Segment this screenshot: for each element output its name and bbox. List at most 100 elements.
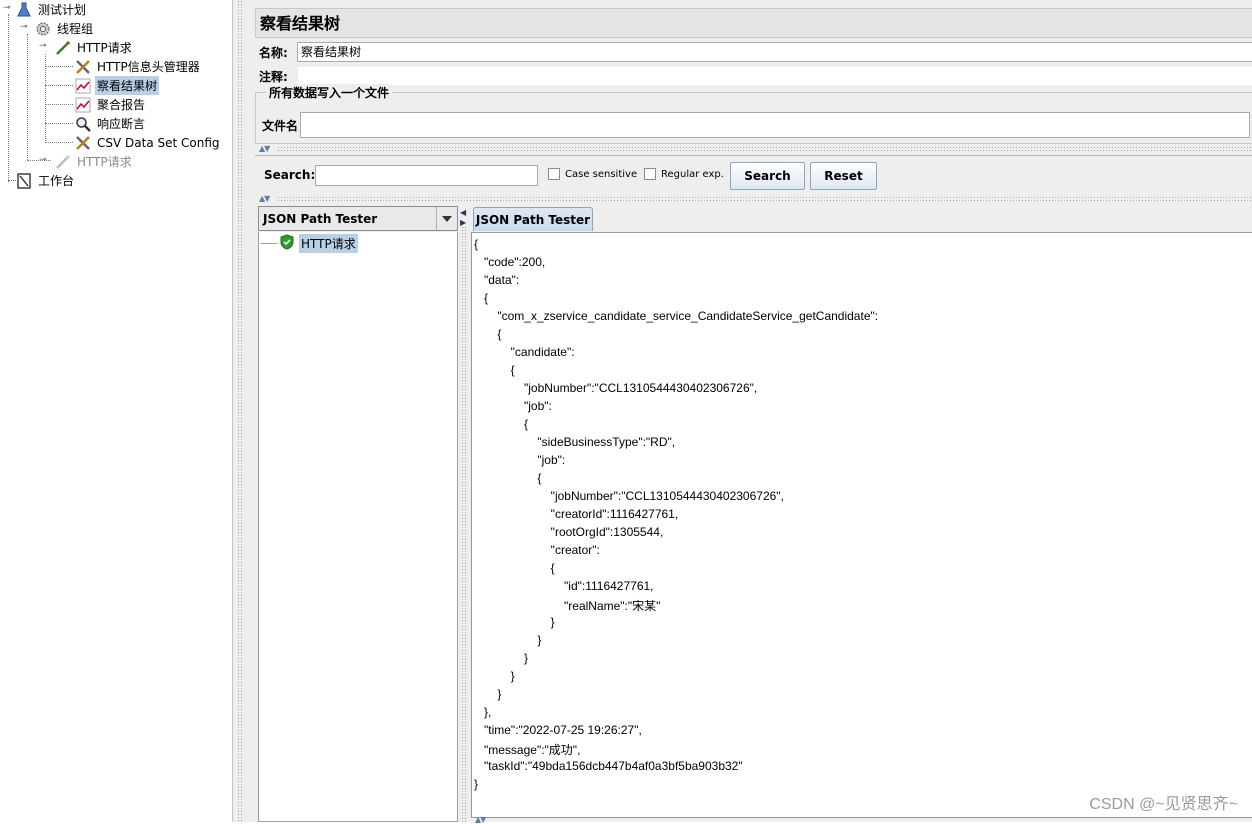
result-item-http-request[interactable]: HTTP请求: [279, 234, 358, 253]
chevron-down-icon[interactable]: [436, 207, 457, 230]
checkbox-box[interactable]: [548, 168, 560, 180]
comment-input[interactable]: [297, 66, 1252, 86]
collapse-handle-icon[interactable]: ⊸: [3, 3, 11, 13]
collapse-handle-icon[interactable]: ⊸: [39, 41, 47, 51]
json-line: "time":"2022-07-25 19:26:27",: [474, 723, 642, 737]
group-title: 所有数据写入一个文件: [266, 84, 393, 101]
json-line: "creator":: [474, 543, 600, 557]
case-sensitive-checkbox[interactable]: Case sensitive: [548, 168, 637, 180]
name-row: 名称: 察看结果树: [259, 41, 1252, 63]
graph-icon: [74, 96, 92, 114]
regular-exp-checkbox[interactable]: Regular exp.: [644, 168, 724, 180]
tree-node-header-manager[interactable]: HTTP信息头管理器: [74, 57, 202, 76]
tree-connector: [261, 243, 277, 244]
tree-node-http-request-disabled[interactable]: HTTP请求: [54, 152, 134, 171]
search-button[interactable]: Search: [730, 162, 805, 190]
result-item-label: HTTP请求: [299, 234, 358, 253]
comment-row: 注释:: [259, 65, 1252, 87]
name-label: 名称:: [259, 45, 288, 60]
json-line: }: [474, 777, 479, 791]
divider: [277, 146, 1252, 152]
json-line: }: [474, 633, 542, 647]
json-line: {: [474, 363, 515, 377]
search-label: Search:: [264, 168, 316, 182]
renderer-selected-value: JSON Path Tester: [263, 212, 378, 226]
json-line: {: [474, 327, 502, 341]
comment-label: 注释:: [259, 69, 288, 84]
flask-icon: [15, 1, 33, 19]
filename-input[interactable]: [300, 112, 1250, 138]
panel-title: 察看结果树: [255, 8, 1252, 38]
reset-button[interactable]: Reset: [810, 162, 877, 190]
wrench-icon: [74, 58, 92, 76]
result-tree[interactable]: HTTP请求: [258, 232, 458, 822]
collapse-handle-icon[interactable]: ⊸: [20, 22, 28, 32]
json-line: {: [474, 237, 479, 251]
collapse-arrows-icon[interactable]: ▲▼: [259, 144, 270, 153]
collapse-arrows-icon[interactable]: ▲▼: [259, 194, 270, 203]
json-line: "rootOrgId":1305544,: [474, 525, 664, 539]
checkbox-box[interactable]: [644, 168, 656, 180]
success-shield-icon: [279, 234, 295, 253]
tree-node-view-results-tree[interactable]: 察看结果树: [74, 76, 160, 95]
pipette-icon: [54, 153, 72, 171]
tree-node-thread-group[interactable]: 线程组: [34, 19, 95, 38]
workbench-icon: [15, 172, 33, 190]
collapse-arrows-icon[interactable]: ▲▼: [475, 815, 486, 824]
tree-node-http-request[interactable]: HTTP请求: [54, 38, 134, 57]
json-line: "code":200,: [474, 255, 546, 269]
graph-icon: [74, 77, 92, 95]
json-response-view[interactable]: { "code":200, "data": { "com_x_zservice_…: [471, 232, 1252, 818]
json-line: "sideBusinessType":"RD",: [474, 435, 676, 449]
tree-node-test-plan[interactable]: 测试计划: [15, 0, 88, 19]
json-line: "data":: [474, 273, 520, 287]
json-line: },: [474, 705, 492, 719]
expand-handle-icon[interactable]: ⊸: [39, 155, 47, 165]
json-line: "candidate":: [474, 345, 575, 359]
json-line: "realName":"宋某": [474, 599, 661, 613]
json-line: }: [474, 615, 555, 629]
arrow-left-icon[interactable]: ◀: [460, 208, 466, 217]
gear-icon: [34, 20, 52, 38]
json-line: "id":1116427761,: [474, 579, 654, 593]
magnifier-icon: [74, 115, 92, 133]
tree-splitter[interactable]: [232, 0, 247, 822]
json-line: "jobNumber":"CCL1310544430402306726",: [474, 489, 784, 503]
regular-exp-label: Regular exp.: [661, 168, 724, 180]
json-line: "jobNumber":"CCL1310544430402306726",: [474, 381, 758, 395]
test-plan-tree[interactable]: ⊸ ⊸ ⊸ ⊸ 测试计划 线程组 HTTP请求 HTTP信息头管理器 察看结果树: [0, 0, 232, 822]
json-line: {: [474, 471, 542, 485]
wrench-icon: [74, 134, 92, 152]
view-results-tree-panel: 察看结果树 名称: 察看结果树 注释: 所有数据写入一个文件 文件名 ▲▼ Se…: [247, 0, 1252, 824]
tree-node-workbench[interactable]: 工作台: [15, 171, 76, 190]
json-line: }: [474, 687, 502, 701]
tree-node-csv-data-set[interactable]: CSV Data Set Config: [74, 133, 222, 152]
json-line: }: [474, 669, 515, 683]
arrow-right-icon[interactable]: ▶: [460, 218, 466, 227]
json-line: "creatorId":1116427761,: [474, 507, 679, 521]
filename-row: 文件名: [262, 112, 1250, 138]
tree-node-response-assertion[interactable]: 响应断言: [74, 114, 147, 133]
json-line: "taskId":"49bda156dcb447b4af0a3bf5ba903b…: [474, 759, 743, 773]
watermark: CSDN @~见贤思齐~: [1089, 796, 1238, 813]
json-line: "job":: [474, 399, 552, 413]
search-input[interactable]: [315, 165, 538, 186]
json-line: "message":"成功",: [474, 743, 581, 757]
filename-label: 文件名: [262, 118, 299, 133]
case-sensitive-label: Case sensitive: [565, 168, 638, 180]
divider: [255, 155, 1252, 156]
json-line: "job":: [474, 453, 566, 467]
divider: [277, 196, 1252, 202]
json-line: {: [474, 561, 555, 575]
result-splitter[interactable]: ◀ ▶: [458, 206, 470, 822]
renderer-select[interactable]: JSON Path Tester: [258, 206, 458, 231]
tab-json-path-tester[interactable]: JSON Path Tester: [473, 207, 593, 231]
json-line: {: [474, 417, 529, 431]
json-line: }: [474, 651, 529, 665]
name-input[interactable]: 察看结果树: [297, 42, 1252, 62]
pipette-icon: [54, 39, 72, 57]
write-all-data-group: 所有数据写入一个文件 文件名: [255, 84, 1252, 144]
json-line: "com_x_zservice_candidate_service_Candid…: [474, 309, 879, 323]
tree-node-aggregate-report[interactable]: 聚合报告: [74, 95, 147, 114]
json-line: {: [474, 291, 489, 305]
